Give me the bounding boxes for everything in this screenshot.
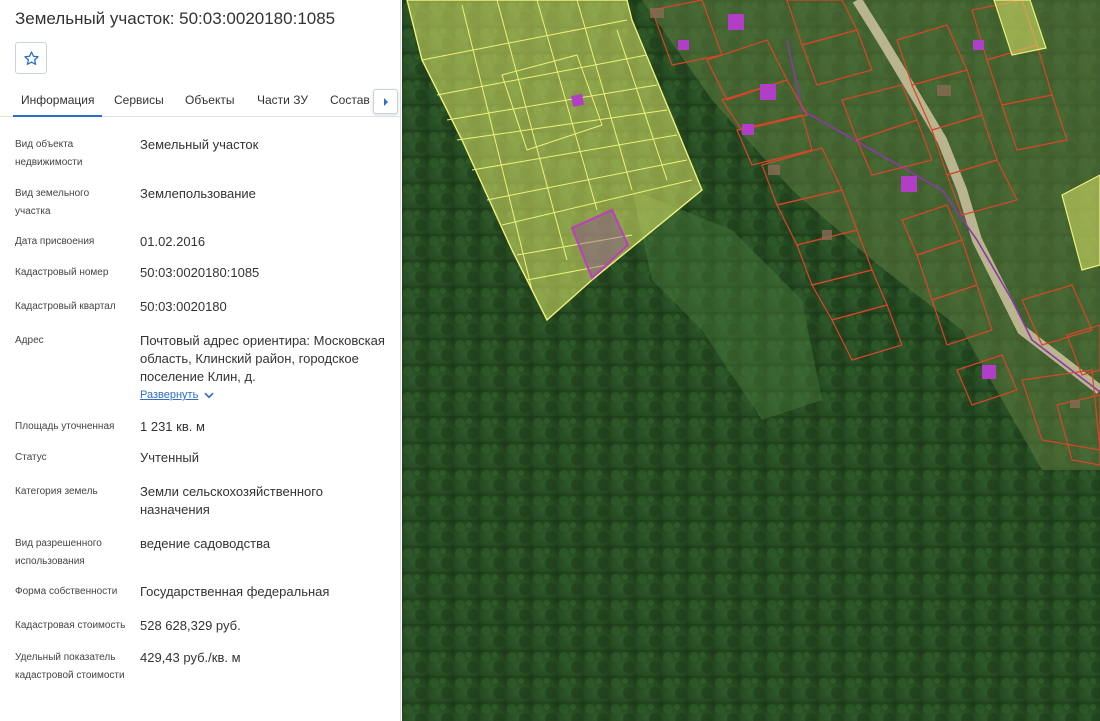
row-label: Адрес <box>15 335 44 346</box>
row-value: 50:03:0020180:1085 <box>140 265 260 280</box>
row-value: 50:03:0020180 <box>140 299 227 314</box>
satellite-map[interactable] <box>402 0 1100 721</box>
row-value: 528 628,329 руб. <box>140 618 241 633</box>
row-label: Кадастровая стоимость <box>15 620 126 631</box>
tab-information[interactable]: Информация <box>13 84 103 117</box>
row-value: Земельный участок <box>140 137 259 152</box>
tabs-scroll-right-button[interactable] <box>373 89 398 114</box>
row-label: Дата присвоения <box>15 236 95 247</box>
row-value: 1 231 кв. м <box>140 419 205 434</box>
row-label: Кадастровый номер <box>15 267 109 278</box>
row-value: Учтенный <box>140 450 200 465</box>
row-label: Категория земель <box>15 486 98 497</box>
map-view[interactable] <box>402 0 1100 721</box>
row-label: Статус <box>15 452 47 463</box>
favorite-button[interactable] <box>15 42 47 74</box>
row-label: Удельный показатель кадастровой стоимост… <box>15 652 125 681</box>
tab-objects[interactable]: Объекты <box>185 84 235 117</box>
row-value: Землепользование <box>140 186 256 201</box>
expand-label: Развернуть <box>140 389 199 401</box>
chevron-down-icon <box>204 392 214 398</box>
chevron-right-icon <box>383 97 388 106</box>
row-label: Вид разрешенного использования <box>15 538 102 567</box>
tab-services[interactable]: Сервисы <box>114 84 164 117</box>
row-value: 429,43 руб./кв. м <box>140 650 241 665</box>
building <box>571 93 585 107</box>
row-label: Вид объекта недвижимости <box>15 139 83 168</box>
info-panel: Земельный участок: 50:03:0020180:1085 Ин… <box>0 0 401 721</box>
tab-bar: Информация Сервисы Объекты Части ЗУ Сост… <box>0 84 400 117</box>
tab-land-parts[interactable]: Части ЗУ <box>257 84 308 117</box>
expand-address-link[interactable]: Развернуть <box>140 389 214 401</box>
row-value: Почтовый адрес ориентира: Московская обл… <box>140 333 385 384</box>
page-title: Земельный участок: 50:03:0020180:1085 <box>15 9 336 28</box>
row-label: Кадастровый квартал <box>15 301 116 312</box>
row-value: 01.02.2016 <box>140 234 206 249</box>
row-value: Земли сельскохозяйственного назначения <box>140 484 323 517</box>
row-label: Форма собственности <box>15 586 118 597</box>
row-label: Вид земельного участка <box>15 188 90 217</box>
row-value: ведение садоводства <box>140 536 271 551</box>
row-value: Государственная федеральная <box>140 584 330 599</box>
row-label: Площадь уточненная <box>15 421 115 432</box>
star-outline-icon <box>23 50 39 65</box>
